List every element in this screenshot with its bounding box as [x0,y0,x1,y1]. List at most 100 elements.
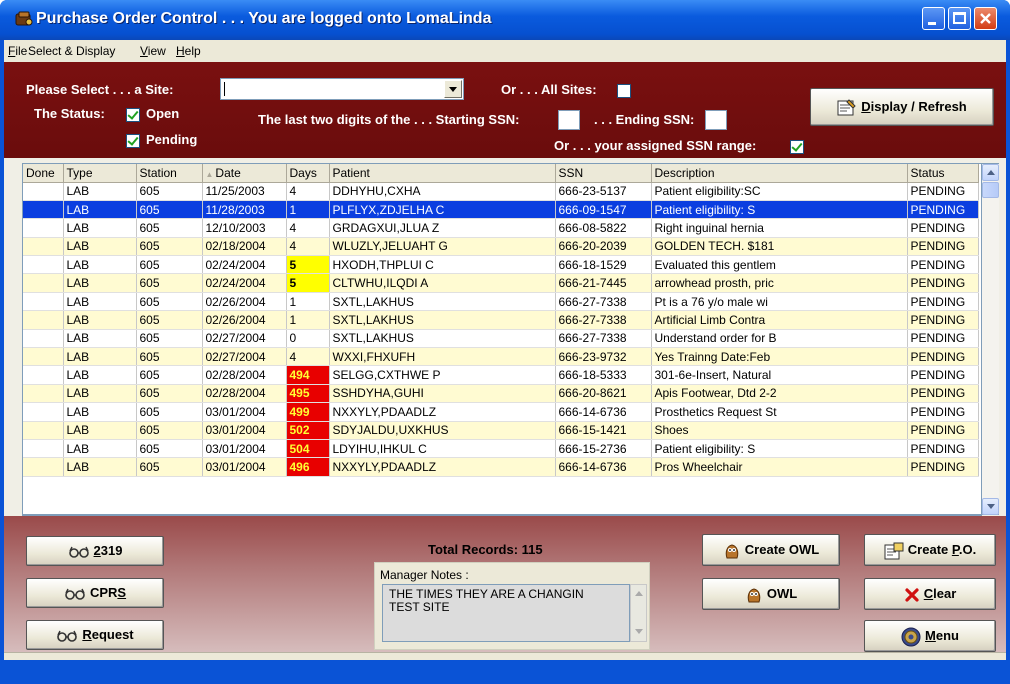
table-row[interactable]: LAB 605 02/26/2004 1 SXTL,LAKHUS 666-27-7338 P… [23,292,979,312]
resize-grip-icon[interactable] [990,658,1004,660]
manager-notes-text[interactable]: THE TIMES THEY ARE A CHANGIN TEST SITE [382,584,630,642]
cell-type: LAB [63,273,137,293]
create-po-label-suffix: .O. [958,542,977,557]
table-row[interactable]: LAB 605 02/27/2004 4 WXXI,FHXUFH 666-23-9732 Y… [23,347,979,367]
cell-desc: Pt is a 76 y/o male wi [651,292,908,312]
table-row[interactable]: LAB 605 03/01/2004 496 NXXYLY,PDAADLZ 666-14-… [23,457,979,477]
cell-patient: SXTL,LAKHUS [329,310,556,330]
request-label: equest [91,627,134,642]
display-refresh-accel: D [861,99,871,114]
scroll-up-button[interactable] [982,164,999,181]
cell-done [23,273,64,293]
table-row[interactable]: LAB 605 12/10/2003 4 GRDAGXUI,JLUA Z 666-08-5… [23,218,979,238]
cell-desc: Evaluated this gentlem [651,255,908,275]
title-bar[interactable]: Purchase Order Control . . . You are log… [0,0,1010,40]
scroll-down-button[interactable] [982,498,999,515]
menu-file-label: ile [15,44,28,58]
cell-station: 605 [136,439,203,459]
grid-body: LAB 605 11/25/2003 4 DDHYHU,CXHA 666-23-5137 P… [23,182,979,477]
main-window: Purchase Order Control . . . You are log… [0,0,1010,684]
all-sites-checkbox[interactable] [617,84,631,98]
column-header-date[interactable]: ▲ Date [202,164,287,183]
column-header-station[interactable]: Station [136,164,203,183]
menu-file[interactable]: File [8,44,27,58]
cell-patient: CLTWHU,ILQDI A [329,273,556,293]
request-button[interactable]: Request [26,620,164,650]
table-row[interactable]: LAB 605 02/18/2004 4 WLUZLY,JELUAHT G 666-20-… [23,237,979,257]
cell-type: LAB [63,292,137,312]
table-row[interactable]: LAB 605 03/01/2004 504 LDYIHU,IHKUL C 666-15-… [23,439,979,459]
menu-accel: M [925,628,936,643]
starting-ssn-input[interactable] [558,110,580,130]
cell-date: 03/01/2004 [202,457,287,477]
column-header-days[interactable]: Days [286,164,330,183]
table-row[interactable]: LAB 605 02/24/2004 5 CLTWHU,ILQDI A 666-21-74… [23,273,979,293]
close-button[interactable] [974,7,997,30]
cell-desc: Yes Trainng Date:Feb [651,347,908,367]
cprs-label: CPR [89,585,118,600]
cell-patient: NXXYLY,PDAADLZ [329,457,556,477]
minimize-button[interactable] [922,7,945,30]
notes-scrollbar[interactable] [630,584,647,642]
owl-button[interactable]: OWL [702,578,840,610]
cell-days: 0 [286,329,330,349]
column-header-status[interactable]: Status [907,164,979,183]
cell-type: LAB [63,310,137,330]
ending-ssn-input[interactable] [705,110,727,130]
cell-station: 605 [136,457,203,477]
menu-help-accel: H [176,44,185,58]
table-row[interactable]: LAB 605 11/28/2003 1 PLFLYX,ZDJELHA C 666-09-… [23,200,979,220]
table-row[interactable]: LAB 605 02/27/2004 0 SXTL,LAKHUS 666-27-7338 U… [23,329,979,349]
cell-desc: GOLDEN TECH. $181 [651,237,908,257]
column-header-done[interactable]: Done [23,164,64,183]
column-header-type[interactable]: Type [63,164,137,183]
menu-view[interactable]: View [140,44,166,58]
column-header-ssn[interactable]: SSN [555,164,652,183]
cell-ssn: 666-09-1547 [555,200,652,220]
column-header-patient[interactable]: Patient [329,164,556,183]
cell-days: 4 [286,237,330,257]
cell-date: 02/24/2004 [202,255,287,275]
po-table: Done Type Station ▲ Date Days Patient SSN Descri… [23,164,979,477]
cell-desc: Patient eligibility: S [651,200,908,220]
table-row[interactable]: LAB 605 02/28/2004 494 SELGG,CXTHWE P 666-18-… [23,365,979,385]
create-po-button[interactable]: Create P.O. [864,534,996,566]
column-header-description[interactable]: Description [651,164,908,183]
column-header-label: Description [654,165,715,180]
display-refresh-button[interactable]: Display / Refresh [810,88,994,126]
cell-status: PENDING [907,310,979,330]
cell-station: 605 [136,273,203,293]
table-row[interactable]: LAB 605 03/01/2004 502 SDYJALDU,UXKHUS 666-15… [23,421,979,440]
maximize-button[interactable] [948,7,971,30]
cell-type: LAB [63,421,137,440]
table-row[interactable]: LAB 605 02/24/2004 5 HXODH,THPLUI C 666-18-15… [23,255,979,275]
menu-select-label: Select & Display [28,44,116,58]
scroll-thumb[interactable] [982,182,999,198]
cprs-button[interactable]: CPRS [26,578,164,608]
site-dropdown-button[interactable] [444,80,462,98]
site-combobox[interactable] [220,78,464,100]
pending-checkbox[interactable] [126,134,140,148]
purchase-order-grid[interactable]: Done Type Station ▲ Date Days Patient SSN Descri… [22,163,982,515]
cell-status: PENDING [907,255,979,275]
cell-station: 605 [136,292,203,312]
table-row[interactable]: LAB 605 02/26/2004 1 SXTL,LAKHUS 666-27-7338 A… [23,310,979,330]
grid-vertical-scrollbar[interactable] [982,163,999,515]
menu-help[interactable]: Help [176,44,201,58]
button-2319[interactable]: 2319 [26,536,164,566]
table-row[interactable]: LAB 605 03/01/2004 499 NXXYLY,PDAADLZ 666-14-… [23,402,979,422]
owl-label: OWL [766,586,798,601]
open-checkbox[interactable] [126,108,140,122]
create-owl-button[interactable]: Create OWL [702,534,840,566]
cell-desc: Apis Footwear, Dtd 2-2 [651,384,908,404]
column-header-label: Type [66,165,93,180]
cell-patient: SSHDYHA,GUHI [329,384,556,404]
table-row[interactable]: LAB 605 11/25/2003 4 DDHYHU,CXHA 666-23-5137 P… [23,182,979,201]
cell-done [23,457,64,477]
menu-select-display[interactable]: Select & Display [28,44,115,58]
cell-days: 494 [286,365,330,385]
clear-button[interactable]: Clear [864,578,996,610]
table-row[interactable]: LAB 605 02/28/2004 495 SSHDYHA,GUHI 666-20-86… [23,384,979,404]
menu-button[interactable]: Menu [864,620,996,652]
assigned-range-checkbox[interactable] [790,140,804,154]
